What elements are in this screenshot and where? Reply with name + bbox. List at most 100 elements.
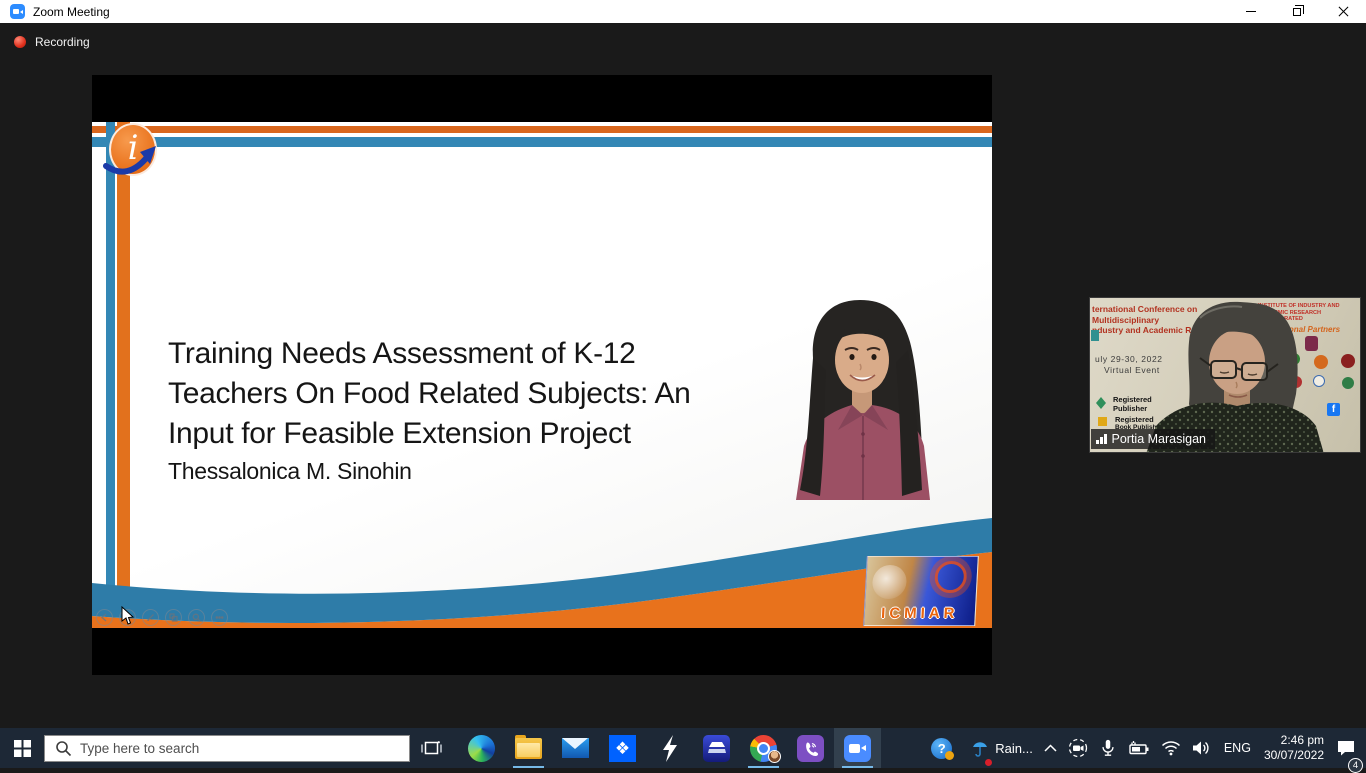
participant-name: Portia Marasigan xyxy=(1112,432,1207,446)
close-icon xyxy=(1338,6,1349,17)
restore-button[interactable] xyxy=(1274,0,1320,23)
rain-label: Rain... xyxy=(995,741,1033,756)
slide-title-line-3: Input for Feasible Extension Project xyxy=(168,414,828,454)
zoom-slide-button[interactable] xyxy=(188,609,205,626)
presentation-slide: i Training Needs Assessment of K-12 Teac… xyxy=(92,122,992,628)
speaker-icon xyxy=(1192,740,1211,756)
microphone-icon xyxy=(1099,738,1117,758)
slides-grid-icon xyxy=(169,613,178,622)
facebook-icon: f xyxy=(1327,403,1340,416)
notification-count-badge: 4 xyxy=(1348,758,1363,773)
language-indicator[interactable]: ENG xyxy=(1224,728,1251,768)
clock[interactable]: 2:46 pm 30/07/2022 xyxy=(1264,728,1324,768)
slide-title-line-2: Teachers On Food Related Subjects: An xyxy=(168,374,828,414)
windows-taskbar: ❖ ? xyxy=(0,728,1366,768)
camera-tray-icon xyxy=(1068,738,1088,758)
recording-dot-icon xyxy=(14,36,26,48)
arrow-left-icon xyxy=(100,613,109,622)
zoom-app-button[interactable] xyxy=(834,728,881,768)
lightning-bolt-icon xyxy=(661,735,679,762)
window-controls xyxy=(1228,0,1366,23)
help-tray-button[interactable]: ? xyxy=(931,728,952,768)
file-explorer-icon xyxy=(515,738,542,759)
system-tray: ? Rain... xyxy=(931,728,1366,768)
weather-alert-dot xyxy=(985,759,992,766)
recording-label: Recording xyxy=(35,35,90,49)
icmiar-logo: ICMIAR xyxy=(863,556,979,626)
all-slides-button[interactable] xyxy=(165,609,182,626)
weather-tray-button[interactable] xyxy=(972,728,988,768)
chevron-up-icon xyxy=(1044,744,1057,752)
pinned-apps: ❖ xyxy=(458,728,881,768)
battery-charging-icon xyxy=(1128,741,1150,755)
battery-tray-button[interactable] xyxy=(1128,728,1150,768)
more-options-button[interactable] xyxy=(211,609,228,626)
file-explorer-app-button[interactable] xyxy=(505,728,552,768)
presenter-photo xyxy=(768,298,952,500)
mouse-cursor xyxy=(120,606,135,626)
notification-icon xyxy=(1336,739,1356,757)
chrome-app-button[interactable] xyxy=(740,728,787,768)
letterbox-bottom xyxy=(92,628,992,675)
scanner-icon xyxy=(703,735,730,762)
mail-app-button[interactable] xyxy=(552,728,599,768)
mail-icon xyxy=(562,738,589,758)
window-title: Zoom Meeting xyxy=(33,5,110,19)
edge-app-button[interactable] xyxy=(458,728,505,768)
search-input[interactable] xyxy=(80,741,380,756)
zoom-icon xyxy=(844,735,871,762)
start-button[interactable] xyxy=(0,728,44,768)
camera-in-use-tray-button[interactable] xyxy=(1068,728,1088,768)
viber-icon xyxy=(797,735,824,762)
meeting-content: Recording i Training Needs Assessment of… xyxy=(0,23,1366,728)
search-icon xyxy=(55,740,72,757)
close-button[interactable] xyxy=(1320,0,1366,23)
slide-stripe-horizontal-blue xyxy=(92,137,992,147)
dropbox-icon: ❖ xyxy=(609,735,636,762)
microphone-tray-button[interactable] xyxy=(1099,728,1117,768)
previous-slide-button[interactable] xyxy=(96,609,113,626)
wifi-icon xyxy=(1161,740,1181,756)
participant-nametag: Portia Marasigan xyxy=(1091,429,1215,449)
slide-stripe-horizontal-orange xyxy=(92,126,992,133)
pen-tool-button[interactable] xyxy=(142,609,159,626)
slide-title-line-1: Training Needs Assessment of K-12 xyxy=(168,334,828,374)
slide-title: Training Needs Assessment of K-12 Teache… xyxy=(168,334,828,486)
taskbar-search[interactable] xyxy=(44,735,410,762)
pen-icon xyxy=(146,613,155,622)
minimize-button[interactable] xyxy=(1228,0,1274,23)
wifi-tray-button[interactable] xyxy=(1161,728,1181,768)
shared-screen: i Training Needs Assessment of K-12 Teac… xyxy=(92,75,992,675)
slideshow-toolbar xyxy=(96,609,228,626)
minimize-icon xyxy=(1246,11,1256,12)
signal-bars-icon xyxy=(1096,434,1107,444)
iiari-logo: i xyxy=(109,123,157,176)
recording-indicator[interactable]: Recording xyxy=(14,35,90,49)
scanner-app-button[interactable] xyxy=(693,728,740,768)
umbrella-icon xyxy=(972,738,988,758)
help-icon: ? xyxy=(931,738,952,759)
volume-tray-button[interactable] xyxy=(1192,728,1211,768)
slide-author: Thessalonica M. Sinohin xyxy=(168,456,828,486)
action-center-button[interactable]: 4 xyxy=(1336,728,1356,768)
dropbox-app-button[interactable]: ❖ xyxy=(599,728,646,768)
edge-icon xyxy=(468,735,495,762)
viber-app-button[interactable] xyxy=(787,728,834,768)
clock-time: 2:46 pm xyxy=(1264,733,1324,748)
task-view-button[interactable] xyxy=(410,728,452,768)
iiari-logo-letter: i xyxy=(128,131,139,165)
slide-wave-graphic xyxy=(92,488,992,628)
letterbox-top xyxy=(92,75,992,122)
hidden-icons-button[interactable] xyxy=(1044,728,1057,768)
chrome-profile-avatar xyxy=(768,750,781,763)
ellipsis-icon xyxy=(215,613,224,622)
clock-date: 30/07/2022 xyxy=(1264,748,1324,763)
icmiar-logo-text: ICMIAR xyxy=(864,605,975,622)
windows-logo-icon xyxy=(14,740,31,757)
zoom-camera-icon xyxy=(10,4,25,19)
task-view-icon xyxy=(421,740,442,757)
lightning-app-button[interactable] xyxy=(646,728,693,768)
restore-icon xyxy=(1293,8,1301,16)
participant-video-tile[interactable]: ternational Conference on Multidisciplin… xyxy=(1089,297,1361,453)
window-titlebar: Zoom Meeting xyxy=(0,0,1366,23)
